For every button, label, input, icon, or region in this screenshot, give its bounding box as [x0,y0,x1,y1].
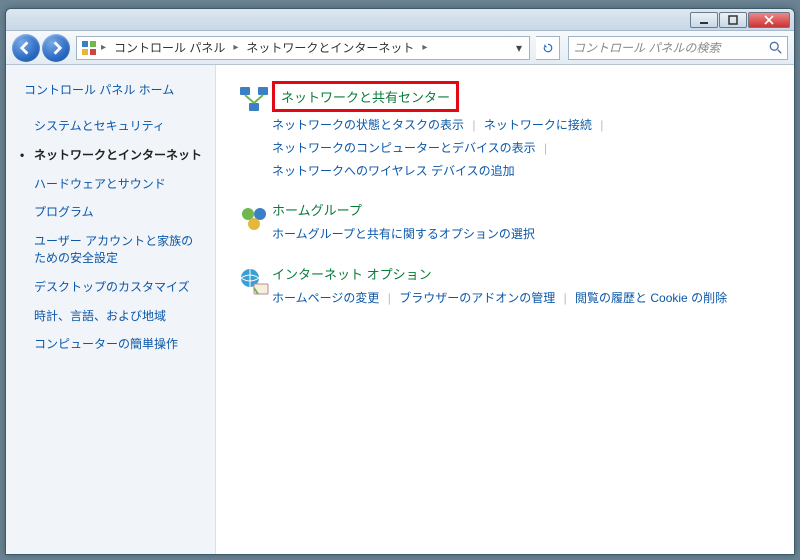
link-manage-addons[interactable]: ブラウザーのアドオンの管理 [399,291,555,305]
sidebar-item-system-security[interactable]: システムとセキュリティ [16,112,205,141]
content-area: コントロール パネル ホーム システムとセキュリティ ネットワークとインターネッ… [6,65,794,554]
titlebar [6,9,794,31]
section-homegroup: ホームグループ ホームグループと共有に関するオプションの選択 [236,200,774,246]
link-connect-network[interactable]: ネットワークに接続 [484,118,592,132]
chevron-right-icon: ▸ [99,42,108,53]
link-homegroup-sharing-options[interactable]: ホームグループと共有に関するオプションの選択 [272,227,535,241]
sidebar: コントロール パネル ホーム システムとセキュリティ ネットワークとインターネッ… [6,65,216,554]
link-add-wireless-device[interactable]: ネットワークへのワイヤレス デバイスの追加 [272,164,515,178]
link-view-network-devices[interactable]: ネットワークのコンピューターとデバイスの表示 [272,141,536,155]
maximize-icon [728,15,738,25]
sidebar-item-programs[interactable]: プログラム [16,198,205,227]
back-arrow-icon [19,41,33,55]
link-internet-options[interactable]: インターネット オプション [272,264,774,283]
section-internet-options: インターネット オプション ホームページの変更 | ブラウザーのアドオンの管理 … [236,264,774,310]
link-view-network-status[interactable]: ネットワークの状態とタスクの表示 [272,118,464,132]
breadcrumb[interactable]: ▸ コントロール パネル ▸ ネットワークとインターネット ▸ ▾ [76,36,530,60]
control-panel-icon [81,40,97,56]
minimize-icon [699,15,709,25]
refresh-button[interactable] [536,36,560,60]
chevron-right-icon: ▸ [231,42,240,53]
breadcrumb-segment[interactable]: ネットワークとインターネット [242,39,418,56]
link-network-sharing-center[interactable]: ネットワークと共有センター [272,81,459,112]
close-icon [764,15,774,25]
maximize-button[interactable] [719,12,747,28]
chevron-right-icon: ▸ [420,42,429,53]
link-delete-history-cookies[interactable]: 閲覧の履歴と Cookie の削除 [575,291,727,305]
search-input[interactable]: コントロール パネルの検索 [568,36,788,60]
refresh-icon [542,42,554,54]
control-panel-window: ▸ コントロール パネル ▸ ネットワークとインターネット ▸ ▾ コントロール… [5,8,795,555]
search-icon [769,41,783,55]
sidebar-item-appearance[interactable]: デスクトップのカスタマイズ [16,273,205,302]
close-button[interactable] [748,12,790,28]
chevron-down-icon[interactable]: ▾ [513,41,525,55]
link-change-homepage[interactable]: ホームページの変更 [272,291,379,305]
minimize-button[interactable] [690,12,718,28]
sidebar-item-network-internet[interactable]: ネットワークとインターネット [16,141,205,170]
sidebar-item-ease-of-access[interactable]: コンピューターの簡単操作 [16,330,205,359]
breadcrumb-segment[interactable]: コントロール パネル [110,39,229,56]
sidebar-item-user-accounts[interactable]: ユーザー アカウントと家族のための安全設定 [16,227,205,273]
homegroup-icon [236,200,272,246]
navbar: ▸ コントロール パネル ▸ ネットワークとインターネット ▸ ▾ コントロール… [6,31,794,65]
sidebar-item-hardware-sound[interactable]: ハードウェアとサウンド [16,170,205,199]
forward-button[interactable] [42,34,70,62]
search-placeholder: コントロール パネルの検索 [573,39,769,56]
forward-arrow-icon [49,41,63,55]
section-network-sharing: ネットワークと共有センター ネットワークの状態とタスクの表示 | ネットワークに… [236,81,774,182]
sidebar-item-clock-language[interactable]: 時計、言語、および地域 [16,302,205,331]
link-homegroup[interactable]: ホームグループ [272,200,774,219]
back-button[interactable] [12,34,40,62]
internet-options-icon [236,264,272,310]
network-sharing-icon [236,81,272,182]
sidebar-home-link[interactable]: コントロール パネル ホーム [16,81,205,98]
main-panel: ネットワークと共有センター ネットワークの状態とタスクの表示 | ネットワークに… [216,65,794,554]
